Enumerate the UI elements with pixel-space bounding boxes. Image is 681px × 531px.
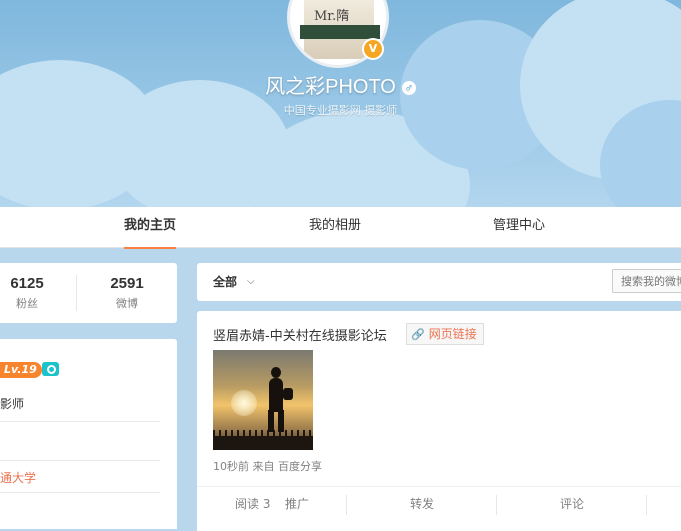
- photo-sun: [231, 390, 257, 416]
- weibo-label: 微博: [116, 297, 138, 310]
- comment-button[interactable]: 评论: [560, 487, 584, 521]
- post-text: 竖眉赤婧-中关村在线摄影论坛: [213, 329, 387, 344]
- profile-cover: Mr.隋 V 风之彩PHOTO ♂ 中国专业摄影网 摄影师: [0, 0, 681, 207]
- profile-nickname: 风之彩PHOTO ♂: [0, 70, 681, 99]
- repost-button[interactable]: 转发: [410, 487, 434, 521]
- chevron-down-icon[interactable]: ⌵: [247, 263, 255, 301]
- followers-label: 粉丝: [16, 297, 38, 310]
- male-gender-icon: ♂: [401, 80, 416, 95]
- read-count: 阅读 3: [235, 497, 271, 511]
- profile-stats: 6125 粉丝 2591 微博: [0, 263, 177, 323]
- filter-all-dropdown[interactable]: 全部: [213, 263, 237, 301]
- divider: [0, 460, 160, 461]
- tab-my-album[interactable]: 我的相册: [309, 207, 361, 247]
- stat-followers[interactable]: 6125 粉丝: [6, 275, 48, 311]
- divider: [346, 495, 347, 515]
- tab-my-homepage[interactable]: 我的主页: [124, 207, 177, 249]
- photo-person: [269, 378, 283, 412]
- school-link[interactable]: 通大学: [0, 469, 36, 486]
- divider: [496, 495, 497, 515]
- nickname-text: 风之彩PHOTO: [265, 76, 396, 98]
- followers-count: 6125: [10, 275, 44, 292]
- photo-person: [268, 410, 284, 432]
- profile-tab-bar: 我的主页 我的相册 管理中心: [0, 207, 681, 249]
- post-action-bar: 阅读 3 推广 转发 评论: [197, 486, 681, 521]
- link-icon: 🔗: [411, 328, 425, 341]
- divider: [0, 421, 160, 422]
- photo-bag: [283, 388, 293, 400]
- promote-button[interactable]: 推广: [285, 487, 309, 521]
- web-link-label: 网页链接: [428, 327, 477, 341]
- profile-info-panel: Lv.19 影师 通大学: [0, 339, 177, 529]
- feed-filter-bar: 全部 ⌵: [197, 263, 681, 301]
- tab-management-center[interactable]: 管理中心: [493, 207, 545, 247]
- divider: [0, 492, 160, 493]
- web-link-button[interactable]: 🔗 网页链接: [406, 323, 484, 345]
- search-input[interactable]: [612, 269, 681, 293]
- profession-text: 影师: [0, 397, 25, 411]
- divider: [76, 275, 77, 311]
- photo-ground: [213, 436, 313, 450]
- post-card: 竖眉赤婧-中关村在线摄影论坛 🔗 网页链接 10秒前 来自 百度分享 阅读 3 推…: [197, 311, 681, 531]
- weibo-count: 2591: [110, 275, 144, 292]
- stat-weibo[interactable]: 2591 微博: [104, 275, 150, 311]
- level-badge[interactable]: Lv.19: [0, 362, 42, 378]
- photo-person: [271, 367, 281, 378]
- verified-icon[interactable]: V: [362, 38, 384, 60]
- divider: [646, 495, 647, 515]
- camera-icon[interactable]: [42, 362, 59, 376]
- avatar-photo-band: [300, 25, 380, 39]
- post-photo[interactable]: [213, 350, 313, 450]
- profile-description: 中国专业摄影网 摄影师: [283, 104, 398, 117]
- post-meta: 10秒前 来自 百度分享: [213, 460, 322, 473]
- avatar-photo-text: Mr.隋: [314, 9, 350, 24]
